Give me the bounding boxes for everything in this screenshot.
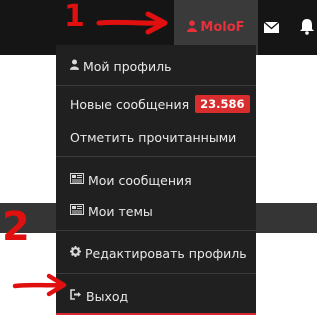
newspaper-icon [70,173,84,187]
menu-divider [56,230,256,231]
bell-icon[interactable] [299,18,315,36]
page-background [0,55,56,203]
page-background [256,233,317,318]
menu-item-label: Мой профиль [83,58,172,74]
menu-divider [56,85,256,86]
user-icon [70,59,79,73]
menu-item-label: Выход [86,288,129,304]
page-dark-band [256,203,317,233]
menu-item-label: Мои сообщения [88,172,192,188]
sign-out-icon [70,289,82,303]
gear-icon [70,246,81,260]
menu-item-edit-profile[interactable]: Редактировать профиль [70,242,247,264]
newspaper-icon [70,204,84,218]
user-dropdown-menu: Мой профиль Новые сообщения 23.586 Отмет… [56,45,256,315]
menu-item-my-topics[interactable]: Мои темы [70,200,153,222]
menu-item-logout[interactable]: Выход [70,285,128,307]
menu-item-my-profile[interactable]: Мой профиль [70,55,171,77]
menu-divider [56,273,256,274]
annotation-number-2: 2 [2,204,30,250]
new-messages-count-badge: 23.586 [195,95,250,113]
annotation-number-1: 1 [64,0,85,34]
menu-item-label: Редактировать профиль [85,245,247,261]
menu-item-new-messages[interactable]: Новые сообщения 23.586 [70,93,250,115]
menu-item-label: Новые сообщения [70,96,190,112]
menu-divider [56,156,256,157]
page-background [256,55,317,203]
menu-item-my-messages[interactable]: Мои сообщения [70,169,192,191]
username-label: MoloF [200,20,245,35]
envelope-icon[interactable] [263,19,280,36]
user-icon [187,20,198,35]
menu-item-label: Отметить прочитанными [70,129,237,145]
menu-item-label: Мои темы [88,203,153,219]
menu-item-mark-read[interactable]: Отметить прочитанными [70,126,236,148]
